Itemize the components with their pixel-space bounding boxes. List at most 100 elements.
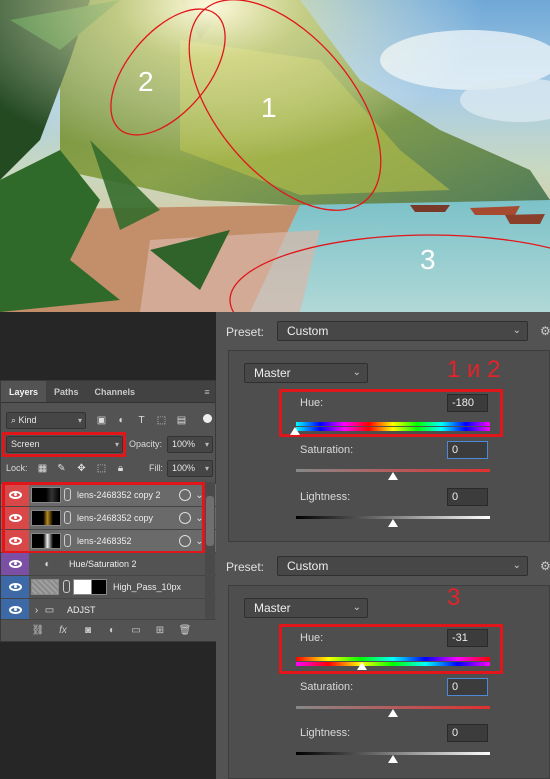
tab-channels[interactable]: Channels (87, 381, 144, 402)
photo-label-3: 3 (420, 244, 436, 275)
hue-saturation-adjustment-icon: ◐ (44, 559, 51, 570)
photo-label-2: 2 (138, 66, 154, 97)
filter-toggle[interactable] (203, 414, 212, 423)
chevron-right-icon[interactable]: › (30, 604, 43, 617)
lock-artboard-icon[interactable]: ⬚ (95, 462, 108, 475)
layer-name: ADJST (67, 605, 96, 615)
lightness-slider-knob[interactable] (388, 519, 398, 527)
saturation-input[interactable]: 0 (447, 678, 488, 696)
trash-icon[interactable]: 🗑︎ (178, 624, 192, 638)
channel-value: Master (254, 601, 291, 615)
hue-saturation-panel-top: Preset: Custom ⌄ ⚙ Master ⌄ 1 и 2 Hue: -… (216, 312, 550, 547)
link-layers-icon[interactable]: ⛓ (31, 624, 45, 638)
beach-photo: 1 2 3 (0, 0, 550, 312)
fill-value: 100% (172, 463, 196, 473)
layer-name: Hue/Saturation 2 (69, 559, 137, 569)
layers-panel: Layers Paths Channels ≡ ⌕ Kind ▾ ▣ ◐ T ⬚… (0, 380, 217, 642)
hue-slider-track[interactable] (296, 422, 490, 426)
hue-slider-knob[interactable] (357, 662, 367, 670)
opacity-label: Opacity: (129, 439, 163, 449)
chevron-down-icon: ⌄ (512, 325, 521, 336)
lock-position-icon[interactable]: ✥ (75, 462, 88, 475)
preset-dropdown[interactable]: Custom ⌄ (277, 556, 528, 576)
blend-mode-highlight (2, 432, 126, 457)
lock-transparent-icon[interactable]: ▦ (36, 462, 49, 475)
channel-dropdown[interactable]: Master ⌄ (244, 598, 368, 618)
new-layer-icon[interactable]: ⊞ (153, 624, 167, 638)
hue-input[interactable]: -180 (447, 394, 488, 412)
new-adjustment-icon[interactable]: ◐ (105, 624, 119, 638)
photo-artwork (0, 0, 550, 312)
layer-thumbnail (31, 579, 59, 595)
hue-slider-knob[interactable] (290, 427, 300, 435)
saturation-label: Saturation: (300, 444, 354, 456)
hue-slider-track[interactable] (296, 657, 490, 661)
photo-label-1: 1 (261, 92, 277, 123)
shape-filter-icon[interactable]: ⬚ (155, 414, 168, 427)
layer-mask-thumbnail[interactable] (73, 579, 107, 595)
channel-dropdown[interactable]: Master ⌄ (244, 363, 368, 383)
chevron-down-icon: ▾ (204, 464, 209, 473)
panel-menu-icon[interactable]: ≡ (199, 381, 215, 402)
chevron-down-icon: ⌄ (352, 602, 361, 613)
saturation-label: Saturation: (300, 681, 354, 693)
hue-result-bar (296, 427, 490, 431)
opacity-field[interactable]: 100% ▾ (167, 436, 213, 453)
filter-kind-label: Kind (18, 415, 37, 425)
preset-label: Preset: (226, 325, 265, 339)
layer-row[interactable]: High_Pass_10px (1, 576, 217, 599)
layers-scrollbar[interactable] (205, 482, 215, 620)
adjustment-filter-icon[interactable]: ◐ (115, 414, 128, 427)
layers-bottom-toolbar: ⛓ fx ◙ ◐ ▭ ⊞ 🗑︎ (1, 619, 217, 641)
chevron-down-icon: ▾ (77, 416, 82, 425)
tab-paths[interactable]: Paths (46, 381, 87, 402)
hue-label: Hue: (300, 397, 324, 409)
lock-image-icon[interactable]: ✎ (55, 462, 68, 475)
hue-label: Hue: (300, 632, 324, 644)
saturation-slider-knob[interactable] (388, 472, 398, 480)
scrollbar-thumb[interactable] (206, 496, 214, 546)
add-mask-icon[interactable]: ◙ (81, 624, 95, 638)
hue-input[interactable]: -31 (447, 629, 488, 647)
hue-result-bar (296, 662, 490, 666)
hue-saturation-body: Master ⌄ 3 Hue: -31 Saturation: 0 Lightn… (228, 585, 550, 779)
link-chain-icon (63, 580, 70, 593)
saturation-slider-knob[interactable] (388, 709, 398, 717)
preset-dropdown[interactable]: Custom ⌄ (277, 321, 528, 341)
filter-kind-dropdown[interactable]: ⌕ Kind ▾ (6, 412, 86, 429)
visibility-eye-icon[interactable] (1, 553, 29, 575)
chevron-down-icon: ▾ (204, 440, 209, 449)
annotation-text: 1 и 2 (447, 356, 501, 383)
chevron-down-icon: ⌄ (512, 560, 521, 571)
type-filter-icon[interactable]: T (135, 414, 148, 427)
smart-object-filter-icon[interactable]: ▤ (175, 414, 188, 427)
tab-layers[interactable]: Layers (1, 381, 47, 402)
gear-icon[interactable]: ⚙ (540, 559, 550, 573)
chevron-down-icon: ⌄ (352, 367, 361, 378)
hue-saturation-body: Master ⌄ 1 и 2 Hue: -180 Saturation: 0 L… (228, 350, 550, 542)
saturation-input[interactable]: 0 (447, 441, 488, 459)
lock-label: Lock: (6, 463, 28, 473)
opacity-value: 100% (172, 439, 196, 449)
folder-icon: ▭ (44, 605, 55, 616)
layer-name: High_Pass_10px (113, 582, 182, 592)
pixel-filter-icon[interactable]: ▣ (95, 414, 108, 427)
layer-row[interactable]: ◐ Hue/Saturation 2 (1, 553, 217, 576)
selected-layers-highlight (2, 482, 205, 554)
search-icon: ⌕ (11, 415, 19, 425)
lightness-slider-knob[interactable] (388, 755, 398, 763)
annotation-text: 3 (447, 584, 461, 611)
channel-value: Master (254, 366, 291, 380)
preset-label: Preset: (226, 560, 265, 574)
preset-value: Custom (287, 324, 329, 338)
lightness-input[interactable]: 0 (447, 488, 488, 506)
lock-all-icon[interactable]: 🔒︎ (114, 462, 127, 475)
fill-field[interactable]: 100% ▾ (167, 460, 213, 477)
gear-icon[interactable]: ⚙ (540, 324, 550, 338)
hue-saturation-panel-bottom: Preset: Custom ⌄ ⚙ Master ⌄ 3 Hue: -31 S… (216, 547, 550, 779)
fx-icon[interactable]: fx (56, 624, 70, 638)
visibility-eye-icon[interactable] (1, 599, 29, 621)
new-group-icon[interactable]: ▭ (129, 624, 143, 638)
lightness-input[interactable]: 0 (447, 724, 488, 742)
visibility-eye-icon[interactable] (1, 576, 29, 598)
